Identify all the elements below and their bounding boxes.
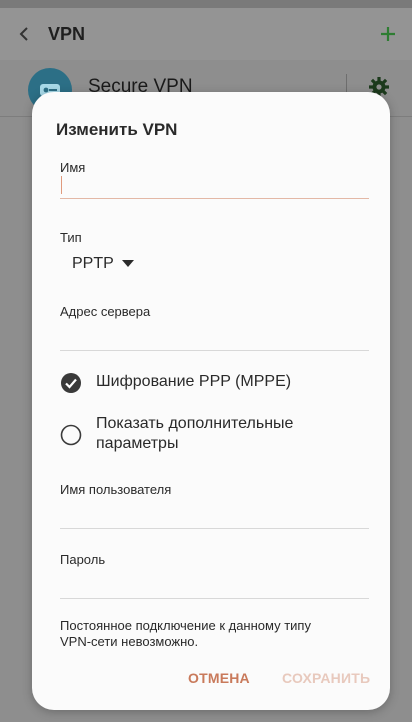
show-advanced-checkbox[interactable]: Показать дополнительные параметры xyxy=(60,414,293,454)
page-title: VPN xyxy=(48,23,86,44)
server-label: Адрес сервера xyxy=(60,304,151,319)
save-button[interactable]: СОХРАНИТЬ xyxy=(282,670,370,686)
cancel-button[interactable]: ОТМЕНА xyxy=(188,670,250,686)
password-label: Пароль xyxy=(60,552,106,567)
server-address-field[interactable] xyxy=(60,324,369,351)
status-bar xyxy=(0,0,412,8)
chevron-left-icon xyxy=(19,27,28,41)
type-label: Тип xyxy=(60,230,82,245)
edit-vpn-dialog: Изменить VPN Имя Тип PPTP Адрес сервера … xyxy=(32,92,390,710)
encryption-checkbox[interactable]: Шифрование PPP (MPPE) xyxy=(60,372,291,394)
username-field[interactable] xyxy=(60,502,369,529)
username-label: Имя пользователя xyxy=(60,482,172,497)
plus-icon xyxy=(381,27,395,41)
encryption-label: Шифрование PPP (MPPE) xyxy=(96,373,292,390)
type-select[interactable]: PPTP xyxy=(72,252,134,276)
show-advanced-label: Показать дополнительные параметры xyxy=(96,414,293,454)
back-button[interactable] xyxy=(0,8,48,60)
name-field[interactable] xyxy=(60,172,369,199)
note-line2: VPN-сети невозможно. xyxy=(60,634,199,649)
add-vpn-button[interactable] xyxy=(364,8,412,60)
show-advanced-label-line2: параметры xyxy=(96,435,179,452)
app-bar: VPN xyxy=(0,8,412,60)
show-advanced-label-line1: Показать дополнительные xyxy=(96,415,294,432)
text-cursor xyxy=(61,176,62,194)
note-line1: Постоянное подключение к данному типу xyxy=(60,618,311,633)
radio-empty-icon xyxy=(60,424,82,446)
triangle-down-icon xyxy=(121,260,134,267)
password-field[interactable] xyxy=(60,572,369,599)
check-circle-icon xyxy=(61,373,81,393)
dialog-title: Изменить VPN xyxy=(56,120,178,139)
always-on-note: Постоянное подключение к данному типу VP… xyxy=(60,618,370,650)
type-value: PPTP xyxy=(72,255,114,272)
